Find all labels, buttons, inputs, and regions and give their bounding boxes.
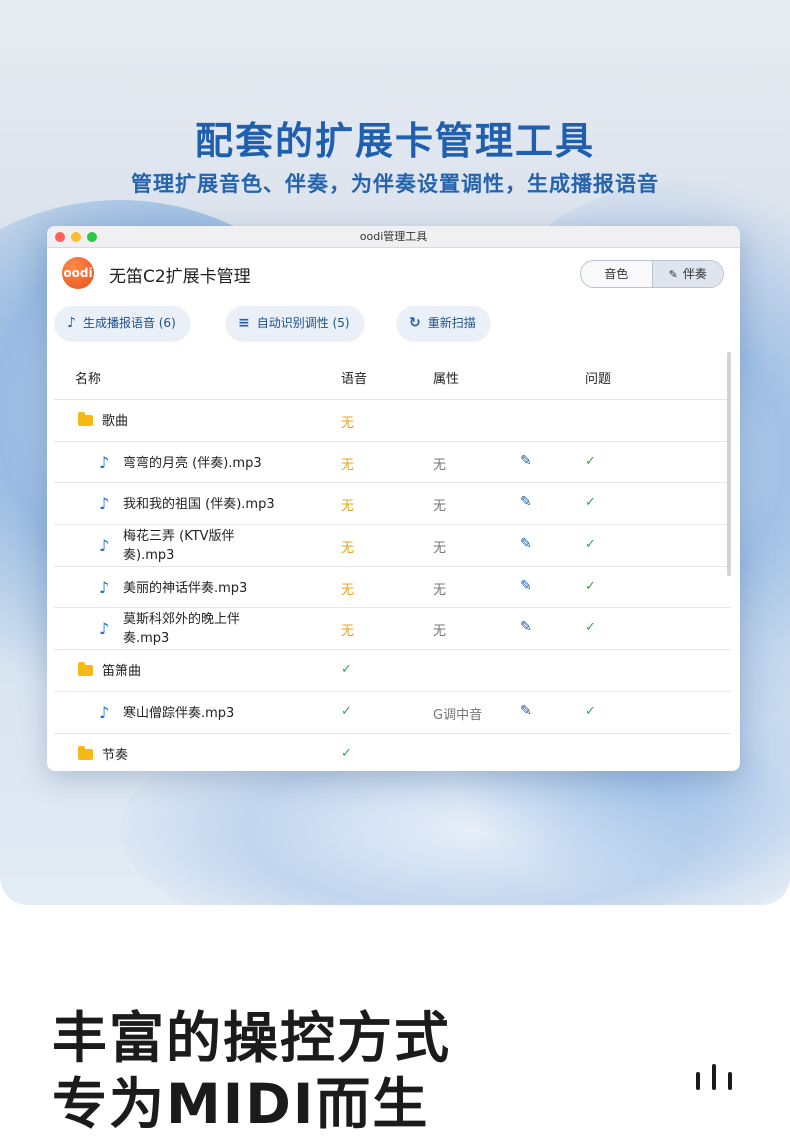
refresh-icon: ↻ [409, 315, 421, 331]
toolbar: ♪ 生成播报语音 (6) ≡ 自动识别调性 (5) ↻ 重新扫描 [47, 300, 740, 352]
minimize-window-button[interactable] [71, 232, 81, 242]
voice-status: 无 [341, 499, 355, 515]
voice-status: 无 [341, 541, 355, 557]
edit-icon[interactable]: ✎ [520, 536, 532, 552]
app-header: oodi 无笛C2扩展卡管理 音色 ✎ 伴奏 [47, 248, 740, 300]
file-row[interactable]: ♪ 弯弯的月亮 (伴奏).mp3 无 无 ✎ ✓ [54, 442, 731, 484]
attribute-value: 无 [433, 499, 447, 515]
music-note-icon: ♪ [99, 577, 110, 597]
edit-icon[interactable]: ✎ [520, 703, 532, 719]
tab-label: 音色 [604, 267, 629, 281]
tab-timbre[interactable]: 音色 [581, 261, 652, 287]
column-header-voice[interactable]: 语音 [341, 368, 367, 387]
edit-icon[interactable]: ✎ [520, 578, 532, 594]
music-note-icon: ♪ [99, 452, 110, 472]
scrollbar[interactable] [727, 352, 731, 576]
attribute-value: G调中音 [433, 707, 483, 723]
file-row[interactable]: ♪ 梅花三弄 (KTV版伴 奏).mp3 无 无 ✎ ✓ [54, 525, 731, 567]
file-row[interactable]: ♪ 我和我的祖国 (伴奏).mp3 无 无 ✎ ✓ [54, 483, 731, 526]
file-row[interactable]: ♪ 美丽的神话伴奏.mp3 无 无 ✎ ✓ [54, 567, 731, 609]
tab-accompaniment[interactable]: ✎ 伴奏 [651, 261, 723, 287]
folder-row[interactable]: 歌曲 无 [54, 400, 731, 442]
close-window-button[interactable] [55, 232, 65, 242]
mode-switch: 音色 ✎ 伴奏 [580, 260, 724, 288]
generate-voice-button[interactable]: ♪ 生成播报语音 (6) [55, 306, 190, 340]
folder-icon [78, 412, 93, 426]
voice-status: 无 [341, 582, 355, 598]
table-body: 歌曲无 ♪ 弯弯的月亮 (伴奏).mp3 无无 ✎ ✓ ♪ 我和我的祖国 (伴奏).mp3 无无… [54, 400, 731, 771]
column-header-name[interactable]: 名称 [75, 368, 101, 387]
folder-icon [78, 745, 93, 760]
button-label: 自动识别调性 (5) [256, 316, 350, 330]
voice-status: 无 [341, 457, 355, 473]
music-note-icon: ♪ [99, 494, 110, 514]
item-name: 歌曲 [102, 414, 129, 429]
item-name: 我和我的祖国 (伴奏).mp3 [123, 497, 275, 513]
section-title: 丰富的操控方式 专为MIDI而生 [52, 1005, 451, 1137]
playlist-icon: ≡ [238, 315, 250, 331]
attribute-value: 无 [433, 457, 447, 473]
item-name: 笛箫曲 [102, 664, 142, 680]
music-note-icon: ♪ [99, 536, 110, 556]
item-name: 弯弯的月亮 (伴奏).mp3 [123, 455, 262, 471]
file-row[interactable]: ♪ 莫斯科郊外的晚上伴 奏.mp3 无 无 ✎ ✓ [54, 608, 731, 651]
tab-label: 伴奏 [682, 267, 707, 281]
attribute-value: 无 [433, 624, 447, 640]
oodi-logo-icon: oodi [62, 257, 94, 289]
attribute-value: 无 [433, 582, 447, 598]
item-name: 莫斯科郊外的晚上伴 奏.mp3 [123, 612, 241, 647]
folder-row[interactable]: 节奏 ✓ [54, 734, 731, 772]
speaker-person-icon: ♪ [67, 315, 76, 331]
edit-icon[interactable]: ✎ [520, 453, 532, 469]
subheadline: 管理扩展音色、伴奏，为伴奏设置调性，生成播报语音 [131, 172, 659, 196]
auto-detect-key-button[interactable]: ≡ 自动识别调性 (5) [226, 306, 364, 340]
table-header: 名称 语音 属性 问题 [54, 352, 731, 400]
title-bar: oodi管理工具 [47, 226, 740, 248]
issue-status: ✓ [585, 620, 596, 636]
file-table: 名称 语音 属性 问题 歌曲无 ♪ 弯弯的月亮 (伴奏).mp3 无无 ✎ ✓ ♪ 我和我的祖… [54, 352, 731, 771]
sound-bars-icon [694, 1064, 738, 1090]
voice-status: 无 [341, 416, 355, 431]
issue-status: ✓ [585, 578, 596, 594]
app-window: oodi管理工具 oodi 无笛C2扩展卡管理 音色 ✎ 伴奏 ♪ 生成播报语音 … [47, 226, 740, 771]
item-name: 寒山僧踪伴奏.mp3 [123, 705, 235, 721]
app-title: 无笛C2扩展卡管理 [109, 267, 251, 287]
column-header-attribute[interactable]: 属性 [433, 368, 459, 387]
music-note-icon: ♪ [99, 619, 110, 639]
edit-icon[interactable]: ✎ [520, 494, 532, 510]
voice-status: ✓ [341, 745, 352, 761]
issue-status: ✓ [585, 703, 596, 719]
headline: 配套的扩展卡管理工具 [194, 119, 595, 163]
issue-status: ✓ [585, 537, 596, 553]
voice-status: ✓ [341, 662, 352, 678]
voice-status: 无 [341, 624, 355, 640]
issue-status: ✓ [585, 495, 596, 511]
folder-icon [78, 662, 93, 677]
issue-status: ✓ [585, 453, 596, 469]
folder-row[interactable]: 笛箫曲 ✓ [54, 650, 731, 692]
attribute-value: 无 [433, 541, 447, 557]
section-title-line: 专为MIDI而生 [52, 1072, 430, 1136]
window-title: oodi管理工具 [359, 230, 428, 243]
button-label: 重新扫描 [427, 316, 476, 330]
zoom-window-button[interactable] [87, 232, 97, 242]
section-title-line: 丰富的操控方式 [52, 1006, 452, 1070]
edit-icon[interactable]: ✎ [520, 619, 532, 635]
button-label: 生成播报语音 (6) [82, 316, 176, 330]
file-row[interactable]: ♪ 寒山僧踪伴奏.mp3 ✓ G调中音 ✎ ✓ [54, 692, 731, 734]
item-name: 梅花三弄 (KTV版伴 奏).mp3 [123, 529, 235, 564]
item-name: 美丽的神话伴奏.mp3 [123, 580, 248, 596]
rescan-button[interactable]: ↻ 重新扫描 [397, 306, 490, 340]
item-name: 节奏 [102, 747, 129, 763]
window-controls [55, 232, 97, 242]
music-note-icon: ♪ [99, 702, 110, 722]
column-header-issue[interactable]: 问题 [585, 368, 611, 387]
pencil-icon: ✎ [668, 268, 678, 281]
voice-status: ✓ [341, 703, 352, 719]
